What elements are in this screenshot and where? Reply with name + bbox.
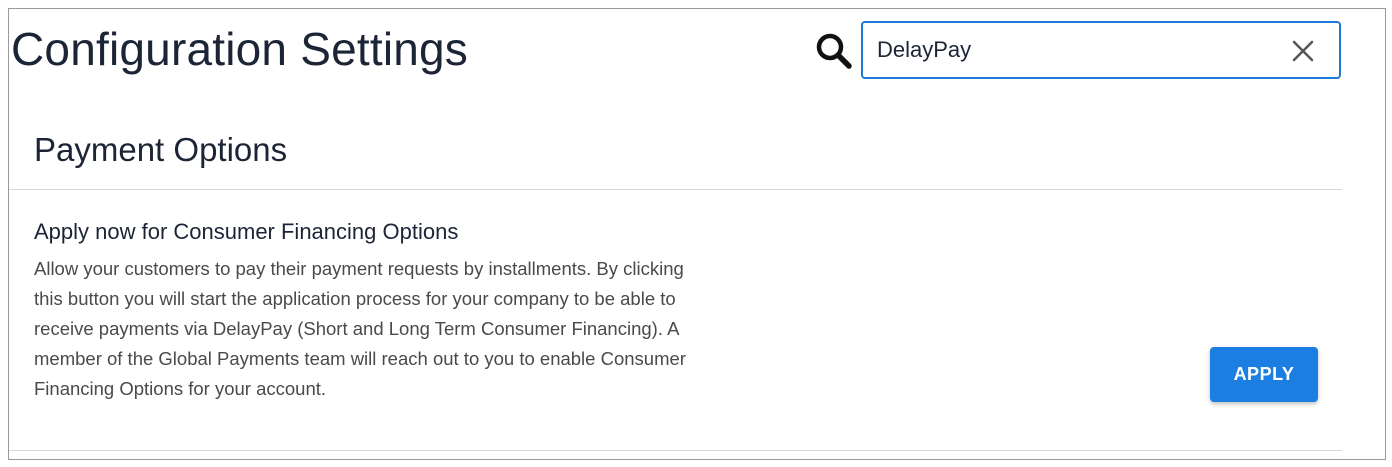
setting-divider xyxy=(9,450,1342,451)
apply-button[interactable]: APPLY xyxy=(1210,347,1318,402)
section-title: Payment Options xyxy=(34,131,288,168)
close-icon[interactable] xyxy=(1291,39,1315,63)
setting-description: Allow your customers to pay their paymen… xyxy=(34,258,686,399)
search-box[interactable] xyxy=(861,21,1341,79)
setting-title: Apply now for Consumer Financing Options xyxy=(34,219,459,244)
section-divider xyxy=(9,189,1342,190)
page-title: Configuration Settings xyxy=(11,23,469,75)
search-icon[interactable] xyxy=(814,31,854,71)
configuration-settings-panel: Configuration Settings Payment Options A… xyxy=(8,8,1386,460)
search-input[interactable] xyxy=(877,23,1257,77)
